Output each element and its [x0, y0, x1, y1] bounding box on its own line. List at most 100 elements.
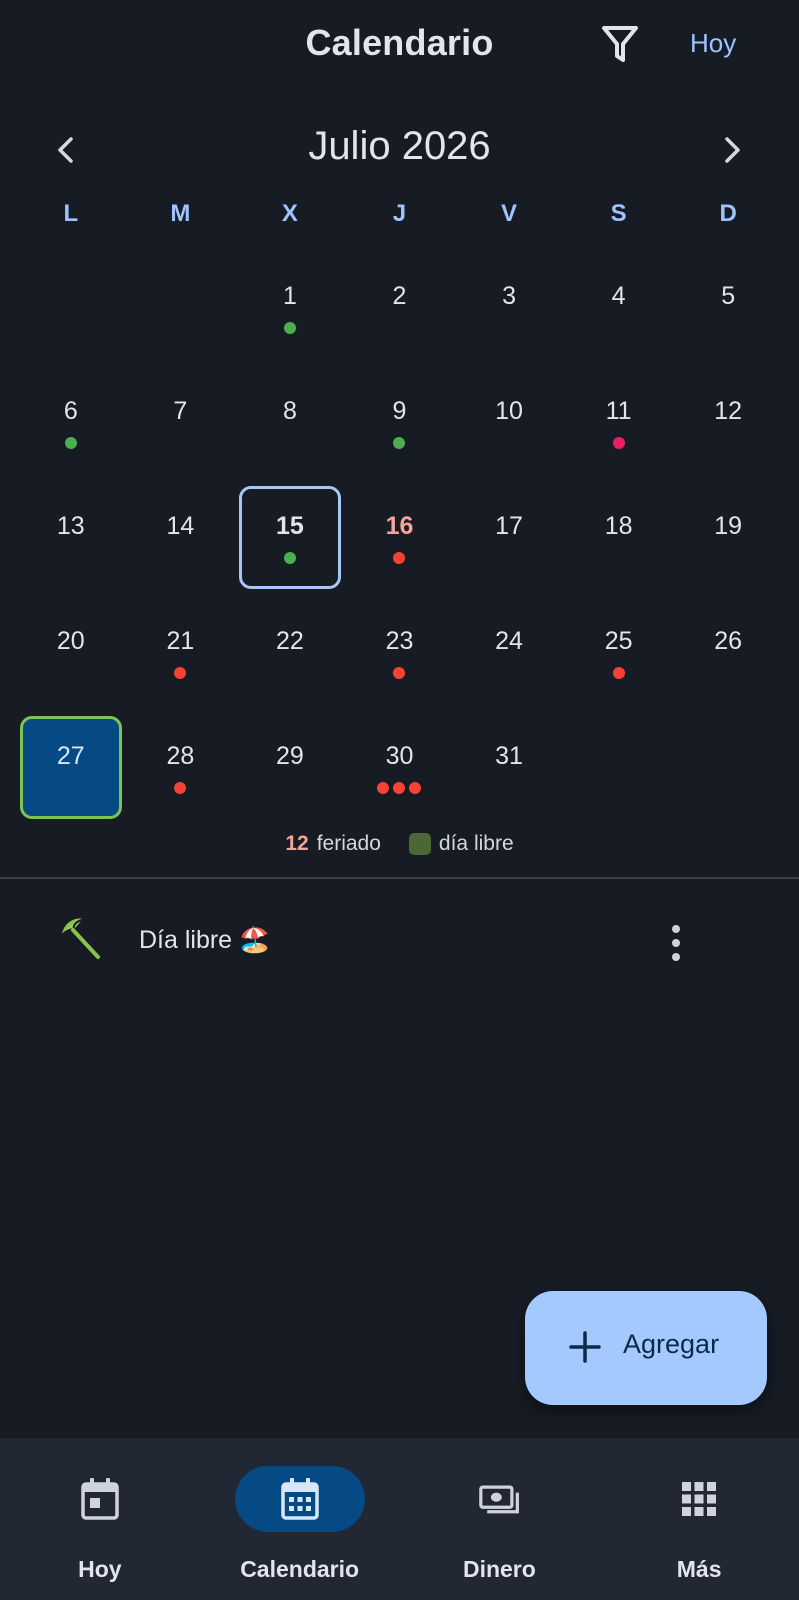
- event-indicators: [564, 437, 674, 449]
- event-dot: [283, 552, 296, 564]
- day-number: 30: [385, 742, 414, 770]
- event-indicators: [564, 667, 674, 679]
- day-number: 17: [495, 512, 523, 540]
- day-number: 7: [173, 397, 188, 425]
- calendar-day[interactable]: 30: [345, 710, 455, 825]
- calendar-day[interactable]: 26: [673, 595, 783, 710]
- calendar-legend: 12 feriado día libre: [0, 832, 799, 856]
- nav-item-mas[interactable]: Más: [599, 1438, 799, 1600]
- today-icon: [79, 1476, 121, 1522]
- event-dot: [393, 782, 406, 794]
- calendar-day[interactable]: 12: [673, 365, 783, 480]
- event-dot: [377, 782, 390, 794]
- day-number: 20: [56, 627, 85, 655]
- day-number: 3: [502, 282, 516, 310]
- calendar-day[interactable]: 15: [235, 480, 345, 595]
- day-number: 18: [604, 512, 633, 540]
- calendar-day[interactable]: 24: [454, 595, 564, 710]
- calendar-day[interactable]: 1: [235, 250, 345, 365]
- event-title: Día libre 🏖️: [139, 925, 270, 955]
- day-number: 12: [714, 397, 743, 425]
- weekday-label: D: [719, 200, 737, 227]
- weekday-label: S: [610, 200, 627, 227]
- calendar-day[interactable]: 17: [454, 480, 564, 595]
- today-button[interactable]: Hoy: [690, 28, 736, 59]
- day-number: 22: [276, 627, 304, 655]
- month-title: Julio 2026: [308, 124, 491, 168]
- chevron-right-icon[interactable]: [712, 130, 752, 170]
- calendar-empty-cell: [126, 250, 236, 365]
- calendar-month-icon: [279, 1476, 321, 1522]
- calendar-day[interactable]: 3: [454, 250, 564, 365]
- event-indicators: [345, 667, 455, 679]
- day-number: 29: [276, 742, 304, 770]
- day-number: 1: [282, 282, 297, 310]
- calendar-day[interactable]: 13: [16, 480, 126, 595]
- top-app-bar: Calendario Hoy: [0, 0, 799, 92]
- free-day-legend-label: día libre: [438, 832, 514, 855]
- weekday-header: L M X J V S D: [16, 200, 783, 240]
- nav-item-calendario[interactable]: Calendario: [200, 1438, 400, 1600]
- calendar-grid: 1 2 3 4 5 6 7 8 9 10 11 12 13 14 15 16 17 18 19 20 21 22 23 24 2…: [16, 250, 783, 825]
- calendar-day[interactable]: 6: [16, 365, 126, 480]
- calendar-day[interactable]: 23: [345, 595, 455, 710]
- day-number: 16: [385, 512, 414, 540]
- event-indicators: [126, 782, 236, 794]
- calendar-day[interactable]: 31: [454, 710, 564, 825]
- weekday-label: J: [392, 200, 407, 227]
- event-dot: [409, 782, 422, 794]
- nav-label: Más: [676, 1556, 722, 1582]
- nav-item-hoy[interactable]: Hoy: [0, 1438, 200, 1600]
- calendar-day[interactable]: 28: [126, 710, 236, 825]
- nav-label: Hoy: [78, 1556, 122, 1582]
- day-number: 26: [714, 627, 743, 655]
- calendar-week: 20 21 22 23 24 25 26: [16, 595, 783, 710]
- calendar-day[interactable]: 22: [235, 595, 345, 710]
- day-number: 5: [721, 282, 736, 310]
- divider: [0, 877, 799, 879]
- beach-umbrella-icon: [58, 915, 104, 961]
- filter-icon[interactable]: [596, 22, 644, 70]
- calendar-day[interactable]: 10: [454, 365, 564, 480]
- calendar-day[interactable]: 4: [564, 250, 674, 365]
- calendar-day[interactable]: 2: [345, 250, 455, 365]
- weekday-label: V: [501, 200, 518, 227]
- holiday-legend-label: feriado: [316, 832, 381, 855]
- calendar-day[interactable]: 18: [564, 480, 674, 595]
- calendar-day[interactable]: 9: [345, 365, 455, 480]
- day-number: 27: [56, 742, 85, 770]
- calendar-day[interactable]: 21: [126, 595, 236, 710]
- event-indicators: [345, 552, 455, 564]
- more-vert-icon[interactable]: [662, 923, 690, 963]
- day-number: 21: [166, 627, 195, 655]
- calendar-day[interactable]: 7: [126, 365, 236, 480]
- calendar-day[interactable]: 25: [564, 595, 674, 710]
- day-number: 13: [56, 512, 85, 540]
- event-indicators: [16, 437, 126, 449]
- calendar-day[interactable]: 16: [345, 480, 455, 595]
- calendar-day[interactable]: 20: [16, 595, 126, 710]
- event-indicators: [126, 667, 236, 679]
- add-button-label: Agregar: [623, 1329, 720, 1359]
- day-number: 14: [166, 512, 195, 540]
- calendar-day[interactable]: 29: [235, 710, 345, 825]
- day-number: 2: [392, 282, 407, 310]
- calendar-day[interactable]: 5: [673, 250, 783, 365]
- event-dot: [612, 667, 625, 679]
- event-item[interactable]: Día libre 🏖️: [0, 905, 799, 985]
- event-dot: [393, 667, 406, 679]
- event-dot: [174, 782, 187, 794]
- calendar-day[interactable]: 27: [16, 710, 126, 825]
- calendar-day[interactable]: 19: [673, 480, 783, 595]
- calendar-app: Calendario Hoy Julio 2026 L M X J V S D: [0, 0, 799, 1600]
- calendar-day[interactable]: 8: [235, 365, 345, 480]
- nav-item-dinero[interactable]: Dinero: [400, 1438, 600, 1600]
- beach-emoji: 🏖️: [239, 925, 271, 954]
- add-button[interactable]: Agregar: [525, 1291, 767, 1405]
- calendar-day[interactable]: 14: [126, 480, 236, 595]
- calendar-day[interactable]: 11: [564, 365, 674, 480]
- day-number: 31: [495, 742, 523, 770]
- nav-label: Dinero: [462, 1556, 536, 1582]
- event-indicators: [345, 437, 455, 449]
- day-number: 25: [604, 627, 633, 655]
